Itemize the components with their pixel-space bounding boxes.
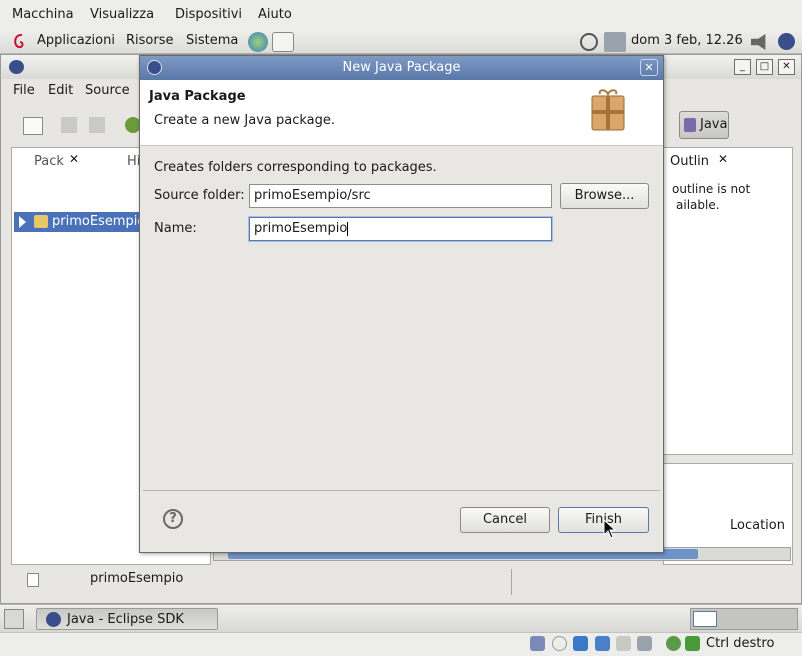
tab-outline[interactable]: Outlin — [670, 154, 709, 169]
cd-icon[interactable] — [552, 636, 567, 651]
source-folder-field[interactable]: primoEsempio/src — [249, 184, 552, 208]
web-browser-icon[interactable] — [248, 32, 268, 52]
package-icon — [591, 89, 625, 131]
host-key-icon[interactable] — [685, 636, 700, 651]
menu-source[interactable]: Source — [85, 83, 130, 98]
network-icon[interactable] — [604, 32, 626, 52]
help-icon[interactable]: ? — [163, 509, 183, 529]
new-wizard-icon[interactable] — [23, 117, 43, 135]
shared-folder-icon[interactable] — [616, 636, 631, 651]
close-button[interactable]: ✕ — [778, 59, 795, 75]
header-title: Java Package — [149, 89, 246, 104]
menu-file[interactable]: File — [13, 83, 35, 98]
name-field[interactable]: primoEsempio — [249, 217, 552, 241]
maximize-button[interactable]: □ — [756, 59, 773, 75]
name-field-value: primoEsempio — [254, 221, 348, 236]
column-location[interactable]: Location — [730, 518, 785, 533]
outline-view: Outlin ✕ outline is not ailable. — [663, 147, 793, 455]
close-tab-icon[interactable]: ✕ — [69, 152, 79, 166]
menu-macchina[interactable]: Macchina — [12, 7, 74, 22]
gnome-top-panel: Applicazioni Risorse Sistema dom 3 feb, … — [0, 30, 802, 54]
usb-icon[interactable] — [573, 636, 588, 651]
print-icon[interactable] — [89, 117, 105, 133]
taskbar-window-button[interactable]: Java - Eclipse SDK — [36, 608, 218, 630]
mail-client-icon[interactable] — [272, 32, 294, 52]
menu-dispositivi[interactable]: Dispositivi — [175, 7, 242, 22]
debian-logo-icon[interactable] — [10, 32, 28, 52]
dialog-header: Java Package Create a new Java package. — [140, 80, 663, 146]
vbox-statusbar — [0, 632, 802, 656]
status-item: primoEsempio — [90, 571, 184, 586]
source-folder-label: Source folder: — [154, 188, 245, 203]
display-icon[interactable] — [637, 636, 652, 651]
close-outline-icon[interactable]: ✕ — [718, 152, 728, 166]
places-menu[interactable]: Risorse — [126, 33, 174, 48]
text-caret — [347, 221, 349, 236]
status-package-icon — [27, 573, 39, 587]
applications-menu[interactable]: Applicazioni — [37, 33, 115, 48]
browse-button[interactable]: Browse... — [560, 183, 649, 209]
menu-visualizza[interactable]: Visualizza — [90, 7, 154, 22]
menu-edit[interactable]: Edit — [48, 83, 73, 98]
eclipse-icon — [9, 60, 24, 74]
tab-package-explorer[interactable]: Pack — [34, 154, 64, 169]
minimize-button[interactable]: _ — [734, 59, 751, 75]
network-adapter-icon[interactable] — [595, 636, 610, 651]
hard-disk-icon[interactable] — [530, 636, 545, 651]
show-desktop-icon[interactable] — [4, 609, 24, 629]
project-folder-icon — [34, 215, 48, 228]
header-description: Create a new Java package. — [154, 113, 336, 128]
name-label: Name: — [154, 221, 197, 236]
perspective-label: Java — [700, 117, 728, 132]
workspace-switcher[interactable] — [690, 608, 798, 630]
tree-item-label: primoEsempio — [52, 214, 146, 229]
outline-text-line1: outline is not — [672, 182, 751, 196]
info-text: Creates folders corresponding to package… — [154, 160, 437, 175]
dialog-close-button[interactable]: ✕ — [640, 59, 658, 76]
cancel-button[interactable]: Cancel — [460, 507, 550, 533]
eclipse-icon — [46, 612, 61, 627]
outline-text-line2: ailable. — [676, 198, 720, 212]
taskbar-window-label: Java - Eclipse SDK — [67, 612, 184, 627]
volume-icon[interactable] — [751, 34, 766, 50]
save-icon[interactable] — [61, 117, 77, 133]
expand-triangle-icon[interactable] — [19, 216, 26, 228]
search-icon[interactable] — [580, 33, 598, 51]
status-divider — [511, 569, 512, 595]
gnome-bottom-panel: Java - Eclipse SDK — [0, 604, 802, 632]
button-separator — [143, 490, 660, 491]
vbox-menubar: Macchina Visualizza Dispositivi Aiuto — [0, 0, 802, 30]
java-perspective-icon — [684, 118, 696, 132]
host-key-label: Ctrl destro — [706, 636, 775, 651]
workspace-1[interactable] — [693, 611, 717, 627]
system-menu[interactable]: Sistema — [186, 33, 238, 48]
mouse-cursor-icon — [603, 519, 617, 539]
menu-aiuto[interactable]: Aiuto — [258, 7, 292, 22]
dialog-title: New Java Package — [342, 60, 461, 75]
dialog-titlebar: New Java Package ✕ — [140, 56, 663, 80]
java-perspective-button[interactable]: Java — [679, 111, 729, 139]
eclipse-launcher-icon[interactable] — [778, 33, 795, 50]
clock[interactable]: dom 3 feb, 12.26 — [631, 33, 743, 48]
new-java-package-dialog: New Java Package ✕ Java Package Create a… — [139, 55, 664, 553]
mouse-integration-icon[interactable] — [666, 636, 681, 651]
